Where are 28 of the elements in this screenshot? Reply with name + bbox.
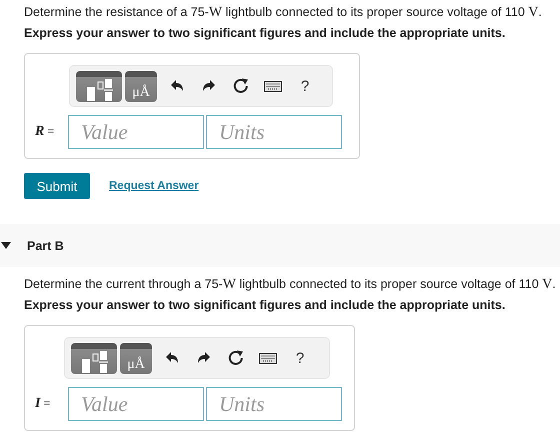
template-button[interactable] bbox=[71, 342, 117, 374]
refresh-icon bbox=[233, 78, 249, 94]
refresh-icon bbox=[228, 350, 244, 366]
template-button[interactable] bbox=[76, 70, 122, 102]
instruction-text: Express your answer to two significant figures and include the appropriate units. bbox=[24, 25, 506, 42]
units-button[interactable]: μÅ bbox=[120, 342, 152, 374]
request-answer-link[interactable]: Request Answer bbox=[109, 180, 199, 192]
help-button[interactable]: ? bbox=[285, 343, 315, 373]
part-header[interactable]: Part B bbox=[0, 224, 560, 267]
units-field[interactable]: Units bbox=[206, 115, 342, 149]
units-field[interactable]: Units bbox=[206, 387, 342, 421]
question-text: Determine the current through a 75-W lightbulb connected to its proper source voltage of 110 V. bbox=[24, 276, 557, 294]
part-title: Part B bbox=[27, 238, 64, 252]
units-button[interactable]: μÅ bbox=[125, 70, 157, 102]
instruction-text: Express your answer to two significant figures and include the appropriate units. bbox=[24, 297, 506, 314]
variable-label: R = bbox=[35, 124, 56, 140]
help-button[interactable]: ? bbox=[290, 71, 320, 101]
undo-icon bbox=[170, 79, 184, 93]
keyboard-icon bbox=[264, 80, 282, 92]
redo-icon bbox=[197, 351, 211, 365]
value-field[interactable]: Value bbox=[68, 115, 204, 149]
submit-button[interactable]: Submit bbox=[24, 173, 90, 199]
keyboard-icon bbox=[259, 352, 277, 364]
value-field[interactable]: Value bbox=[68, 387, 204, 421]
variable-label: I = bbox=[35, 396, 52, 412]
redo-icon bbox=[202, 79, 216, 93]
undo-icon bbox=[165, 351, 179, 365]
question-text: Determine the resistance of a 75-W lightbulb connected to its proper source voltage of 110 V. bbox=[24, 4, 543, 22]
